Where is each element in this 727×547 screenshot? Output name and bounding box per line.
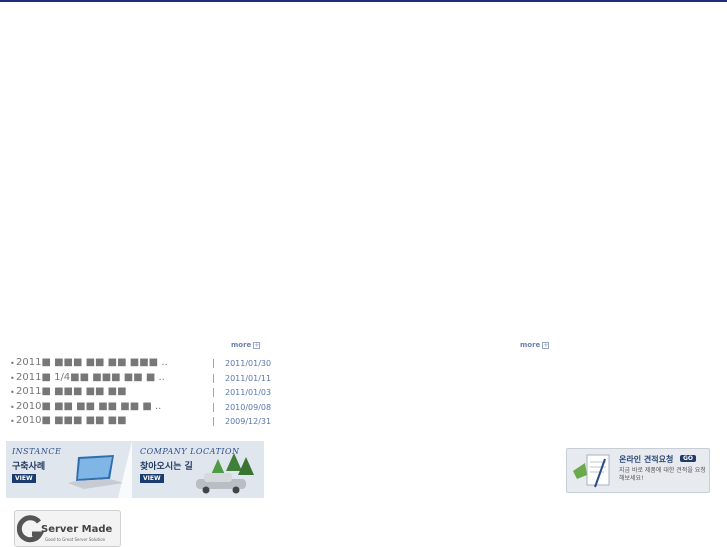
more-label: more: [520, 341, 541, 349]
banner-ko-title: 찾아오시는 길: [140, 462, 193, 472]
divider: [213, 388, 214, 397]
news-date: 2010/09/08: [225, 402, 272, 412]
logo-tagline: Good to Great Server Solution: [45, 537, 106, 542]
divider: [213, 359, 214, 368]
divider: [213, 373, 214, 383]
logo-brand: Server Made: [41, 524, 113, 535]
top-border: [0, 0, 727, 2]
list-item[interactable]: • 2011■ 1/4■■ ■■■ ■■ ■ .. 2011/01/11: [10, 371, 271, 386]
news-date: 2011/01/30: [225, 359, 272, 368]
document-pen-icon: [573, 454, 610, 488]
news-title[interactable]: 2010■ ■■■ ■■ ■■: [16, 415, 127, 426]
more-label: more: [231, 341, 252, 349]
list-item[interactable]: • 2010■ ■■ ■■ ■■ ■■ ■ .. 2010/09/08: [10, 400, 271, 415]
list-item[interactable]: • 2010■ ■■■ ■■ ■■ 2009/12/31: [10, 414, 271, 429]
banner-ko-title: 구축사례: [12, 462, 46, 472]
quote-description: 지금 바로 제품에 대한 견적을 요청해보세요!: [619, 467, 706, 482]
view-button[interactable]: VIEW: [12, 474, 36, 483]
promo-banner: INSTANCE 구축사례 VIEW COMPANY LOCATION 찾아오시…: [6, 441, 264, 498]
online-quote-banner[interactable]: 온라인 견적요청 GO 지금 바로 제품에 대한 견적을 요청해보세요!: [566, 448, 710, 493]
news-title[interactable]: 2011■ ■■■ ■■ ■■ ■■■ ..: [16, 357, 168, 368]
bullet-icon: •: [10, 417, 15, 426]
bullet-icon: •: [10, 373, 15, 383]
quote-title: 온라인 견적요청: [619, 455, 674, 464]
car-tree-icon: [196, 453, 254, 494]
plus-icon: +: [542, 341, 550, 349]
news-title[interactable]: 2011■ ■■■ ■■ ■■: [16, 386, 127, 397]
news-date: 2011/01/11: [225, 373, 272, 383]
news-title[interactable]: 2011■ 1/4■■ ■■■ ■■ ■ ..: [16, 372, 165, 383]
instance-banner[interactable]: INSTANCE 구축사례 VIEW: [6, 441, 132, 498]
slash-divider: [118, 441, 132, 498]
plus-icon: +: [253, 341, 261, 349]
list-item[interactable]: • 2011■ ■■■ ■■ ■■ ■■■ .. 2011/01/30: [10, 356, 271, 371]
news-list: • 2011■ ■■■ ■■ ■■ ■■■ .. 2011/01/30 • 20…: [10, 356, 271, 429]
location-banner[interactable]: COMPANY LOCATION 찾아오시는 길 VIEW: [134, 441, 264, 498]
banner-en-title: INSTANCE: [12, 447, 62, 456]
right-more-link[interactable]: more +: [520, 340, 550, 350]
bullet-icon: •: [10, 388, 15, 397]
view-button[interactable]: VIEW: [140, 474, 164, 483]
go-button[interactable]: GO: [680, 455, 697, 462]
news-more-link[interactable]: more +: [231, 340, 261, 350]
list-item[interactable]: • 2011■ ■■■ ■■ ■■ 2011/01/03: [10, 385, 271, 400]
divider: [213, 417, 214, 426]
divider: [213, 402, 214, 412]
company-logo: Server Made Good to Great Server Solutio…: [14, 510, 121, 547]
news-title[interactable]: 2010■ ■■ ■■ ■■ ■■ ■ ..: [16, 401, 161, 412]
bullet-icon: •: [10, 359, 15, 368]
news-date: 2009/12/31: [225, 417, 272, 426]
bullet-icon: •: [10, 402, 15, 412]
news-date: 2011/01/03: [225, 388, 272, 397]
